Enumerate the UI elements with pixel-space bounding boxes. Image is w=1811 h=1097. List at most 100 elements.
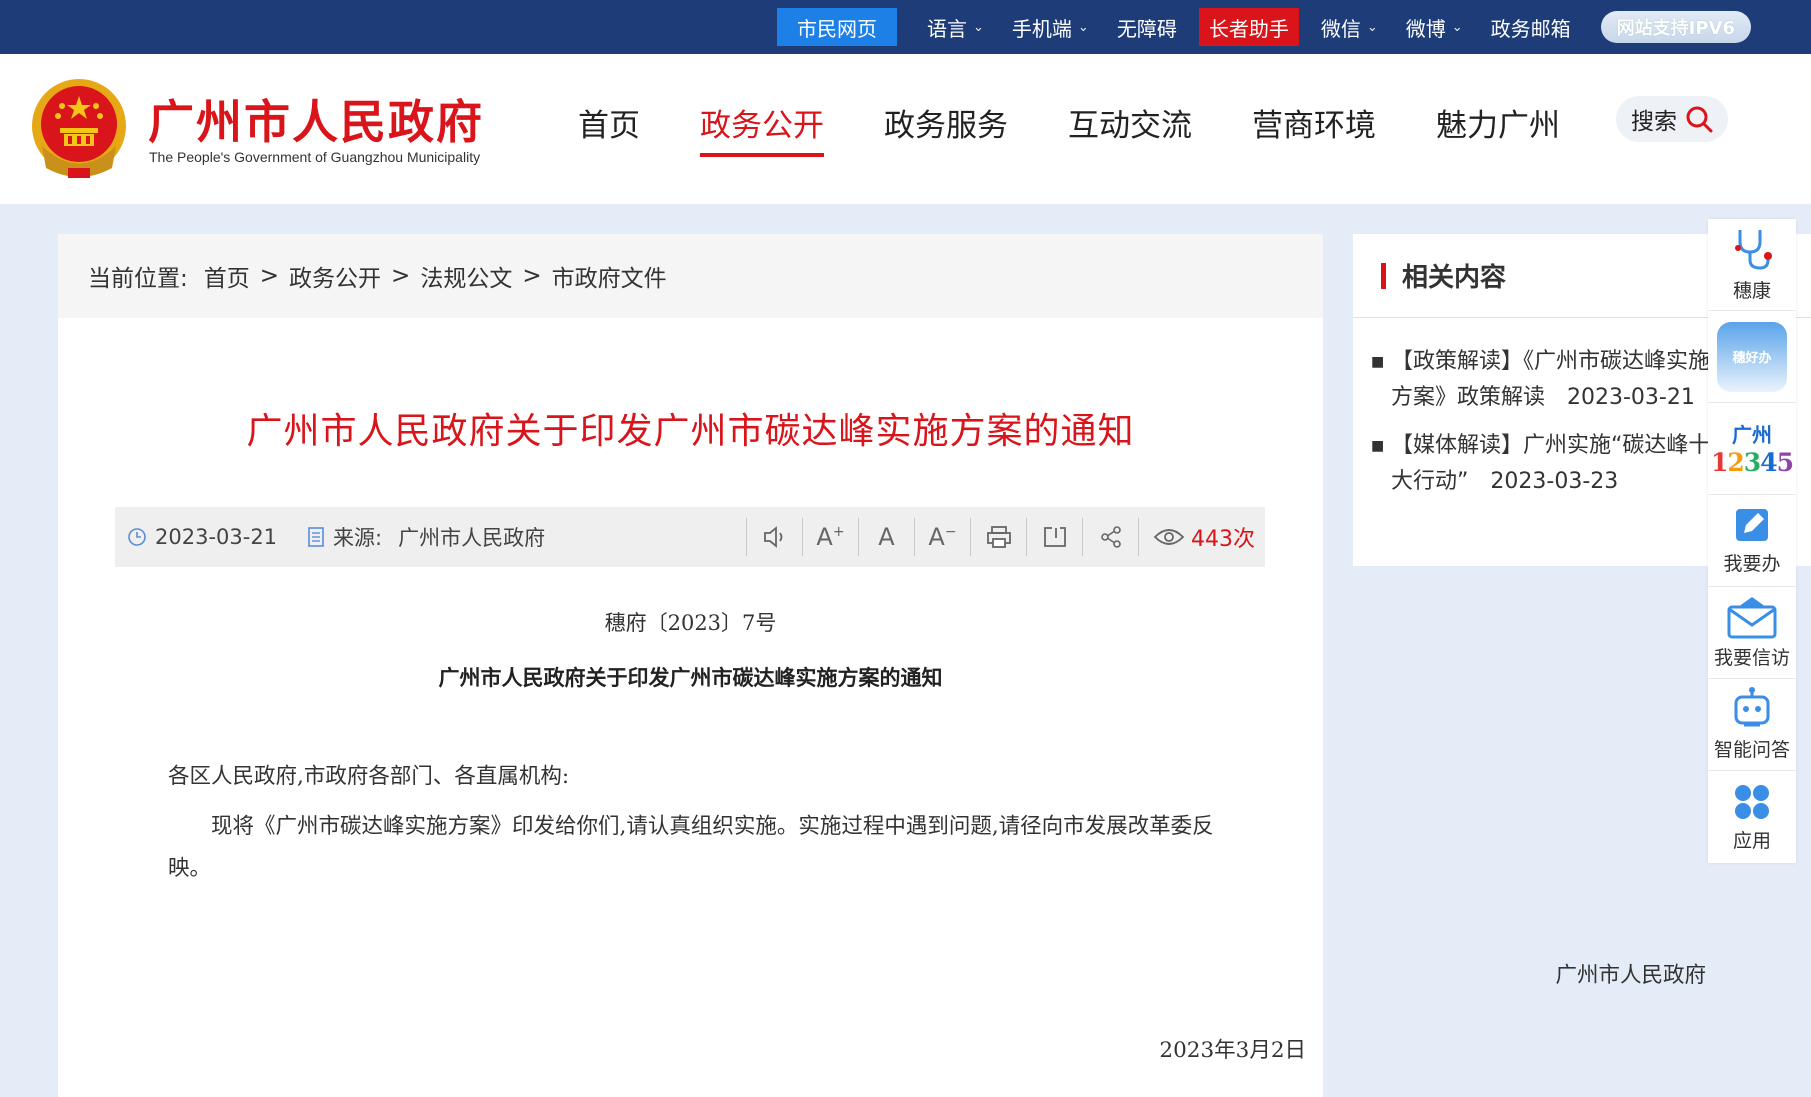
language-label: 语言 (927, 16, 968, 41)
suihaoban-label: 穗好办 (1732, 351, 1772, 366)
breadcrumb-label: 当前位置: (88, 266, 188, 292)
signer: 广州市人民政府 (1555, 963, 1706, 988)
printer-icon (986, 526, 1011, 548)
related-item[interactable]: ■ 【媒体解读】广州实施“碳达峰十大行动” 2023-03-23 (1371, 428, 1731, 500)
robot-icon (1734, 687, 1770, 727)
nav-charm-guangzhou[interactable]: 魅力广州 (1406, 100, 1590, 160)
site-name[interactable]: 广州市人民政府 (148, 86, 484, 152)
main-nav: 首页 政务公开 政务服务 互动交流 营商环境 魅力广州 (548, 100, 1590, 160)
gov-mail-label: 政务邮箱 (1490, 16, 1571, 41)
view-count-value: 443次 (1191, 527, 1255, 552)
language-menu[interactable]: 语言 ⌄ (913, 8, 998, 46)
nav-home[interactable]: 首页 (548, 100, 670, 160)
breadcrumb-gov-affairs-open[interactable]: 政务公开 (289, 259, 381, 293)
apply-service-button[interactable]: 我要办 (1708, 495, 1796, 587)
top-links: 市民网页 语言 ⌄ 手机端 ⌄ 无障碍 长者助手 微信 ⌄ 微博 ⌄ 政务邮箱 网站支持… (777, 8, 1751, 46)
font-reset-button[interactable]: A (858, 518, 914, 556)
search-label: 搜索 (1631, 109, 1677, 135)
breadcrumb: 当前位置: 首页 > 政务公开 > 法规公文 > 市政府文件 (58, 234, 1323, 318)
salutation: 各区人民政府,市政府各部门、各直属机构: (168, 764, 570, 789)
breadcrumb-regulations[interactable]: 法规公文 (420, 259, 512, 293)
article-tools: A+ A A− 443次 (746, 518, 1255, 556)
nav-gov-services[interactable]: 政务服务 (854, 100, 1038, 160)
accessibility-link[interactable]: 无障碍 (1103, 8, 1191, 46)
accessibility-label: 无障碍 (1116, 16, 1177, 41)
search-button[interactable]: 搜索 (1616, 96, 1728, 142)
gov-mail-link[interactable]: 政务邮箱 (1477, 8, 1585, 46)
floating-service-panel: 穗康 穗好办 广州 12345 我要办 我要信访 智能问答 应用 (1708, 219, 1796, 863)
national-emblem-icon[interactable] (28, 76, 130, 182)
breadcrumb-home[interactable]: 首页 (204, 259, 250, 293)
apps-button[interactable]: 应用 (1708, 771, 1796, 863)
mobile-menu[interactable]: 手机端 ⌄ (998, 8, 1103, 46)
hotline-city-label: 广州 (1732, 422, 1772, 447)
article-body: 各区人民政府,市政府各部门、各直属机构: 现将《广州市碳达峰实施方案》印发给你们… (168, 756, 1228, 890)
font-increase-button[interactable]: A+ (802, 518, 858, 556)
top-bar: 市民网页 语言 ⌄ 手机端 ⌄ 无障碍 长者助手 微信 ⌄ 微博 ⌄ 政务邮箱 网站支持… (0, 0, 1811, 54)
mobile-label: 手机端 (1011, 16, 1072, 41)
suikang-label: 穗康 (1732, 280, 1771, 302)
hotline-number: 12345 (1710, 447, 1794, 477)
clock-icon (128, 528, 146, 546)
ipv6-label: 网站支持IPV6 (1616, 18, 1735, 39)
related-item-text[interactable]: 【媒体解读】广州实施“碳达峰十大行动” 2023-03-23 (1391, 428, 1731, 500)
section-marker (1381, 262, 1386, 289)
article-paragraph: 现将《广州市碳达峰实施方案》印发给你们,请认真组织实施。实施过程中遇到问题,请径… (168, 814, 1214, 881)
close-window-button[interactable] (1026, 518, 1082, 556)
smart-qa-button[interactable]: 智能问答 (1708, 679, 1796, 771)
citizen-web-label: 市民网页 (797, 16, 878, 41)
petition-button[interactable]: 我要信访 (1708, 587, 1796, 679)
apps-label: 应用 (1732, 829, 1771, 852)
citizen-web-link[interactable]: 市民网页 (777, 8, 898, 46)
share-icon (1100, 526, 1121, 548)
article-source: 来源: 广州市人民政府 (307, 522, 545, 552)
view-count: 443次 (1138, 518, 1255, 556)
article-panel: 当前位置: 首页 > 政务公开 > 法规公文 > 市政府文件 广州市人民政府关于… (58, 234, 1323, 1097)
nav-business-environment[interactable]: 营商环境 (1222, 100, 1406, 160)
speaker-icon (763, 526, 782, 548)
weibo-label: 微博 (1405, 16, 1446, 41)
page-title: 广州市人民政府关于印发广州市碳达峰实施方案的通知 (246, 411, 1135, 452)
wechat-menu[interactable]: 微信 ⌄ (1307, 8, 1392, 46)
close-page-icon (1043, 527, 1066, 547)
font-decrease-icon: A− (928, 523, 957, 551)
mail-icon (1727, 597, 1777, 639)
hotline-12345-button[interactable]: 广州 12345 (1708, 403, 1796, 495)
breadcrumb-city-docs[interactable]: 市政府文件 (552, 259, 667, 293)
related-title: 相关内容 (1402, 263, 1507, 293)
suihaoban-app-icon: 穗好办 (1717, 321, 1787, 392)
sign-date: 2023年3月2日 (1159, 1038, 1306, 1063)
breadcrumb-separator: > (522, 263, 542, 289)
font-normal-icon: A (878, 523, 895, 551)
hotline-12345-logo: 广州 12345 (1710, 421, 1794, 477)
document-subtitle: 广州市人民政府关于印发广州市碳达峰实施方案的通知 (438, 665, 943, 690)
breadcrumb-separator: > (259, 263, 280, 289)
nav-interaction[interactable]: 互动交流 (1038, 100, 1222, 160)
bullet-icon: ■ (1371, 438, 1385, 454)
site-subtitle: The People's Government of Guangzhou Mun… (149, 149, 481, 165)
font-decrease-button[interactable]: A− (914, 518, 970, 556)
chevron-down-icon: ⌄ (1077, 19, 1089, 35)
document-number: 穗府〔2023〕7号 (604, 611, 777, 635)
ipv6-badge: 网站支持IPV6 (1600, 11, 1751, 43)
weibo-menu[interactable]: 微博 ⌄ (1392, 8, 1477, 46)
nav-gov-affairs-open[interactable]: 政务公开 (670, 100, 854, 160)
site-header: 广州市人民政府 The People's Government of Guang… (0, 54, 1811, 204)
related-item-text[interactable]: 【政策解读】《广州市碳达峰实施方案》政策解读 2023-03-21 (1391, 344, 1731, 416)
breadcrumb-separator: > (391, 263, 411, 289)
suikang-button[interactable]: 穗康 (1708, 219, 1796, 311)
document-icon (308, 527, 324, 547)
smart-qa-label: 智能问答 (1713, 739, 1790, 761)
petition-label: 我要信访 (1713, 647, 1790, 669)
suihaoban-button[interactable]: 穗好办 (1708, 311, 1796, 403)
elder-assistant-label: 长者助手 (1208, 16, 1289, 41)
article-meta-bar: 2023-03-21 来源: 广州市人民政府 A+ A A− 443次 (115, 507, 1265, 567)
read-aloud-button[interactable] (746, 518, 802, 556)
elder-assistant-button[interactable]: 长者助手 (1198, 8, 1299, 46)
share-button[interactable] (1082, 518, 1138, 556)
related-item[interactable]: ■ 【政策解读】《广州市碳达峰实施方案》政策解读 2023-03-21 (1371, 344, 1731, 416)
wechat-label: 微信 (1320, 16, 1361, 41)
chevron-down-icon: ⌄ (973, 19, 984, 35)
print-button[interactable] (970, 518, 1026, 556)
search-icon (1686, 106, 1713, 133)
